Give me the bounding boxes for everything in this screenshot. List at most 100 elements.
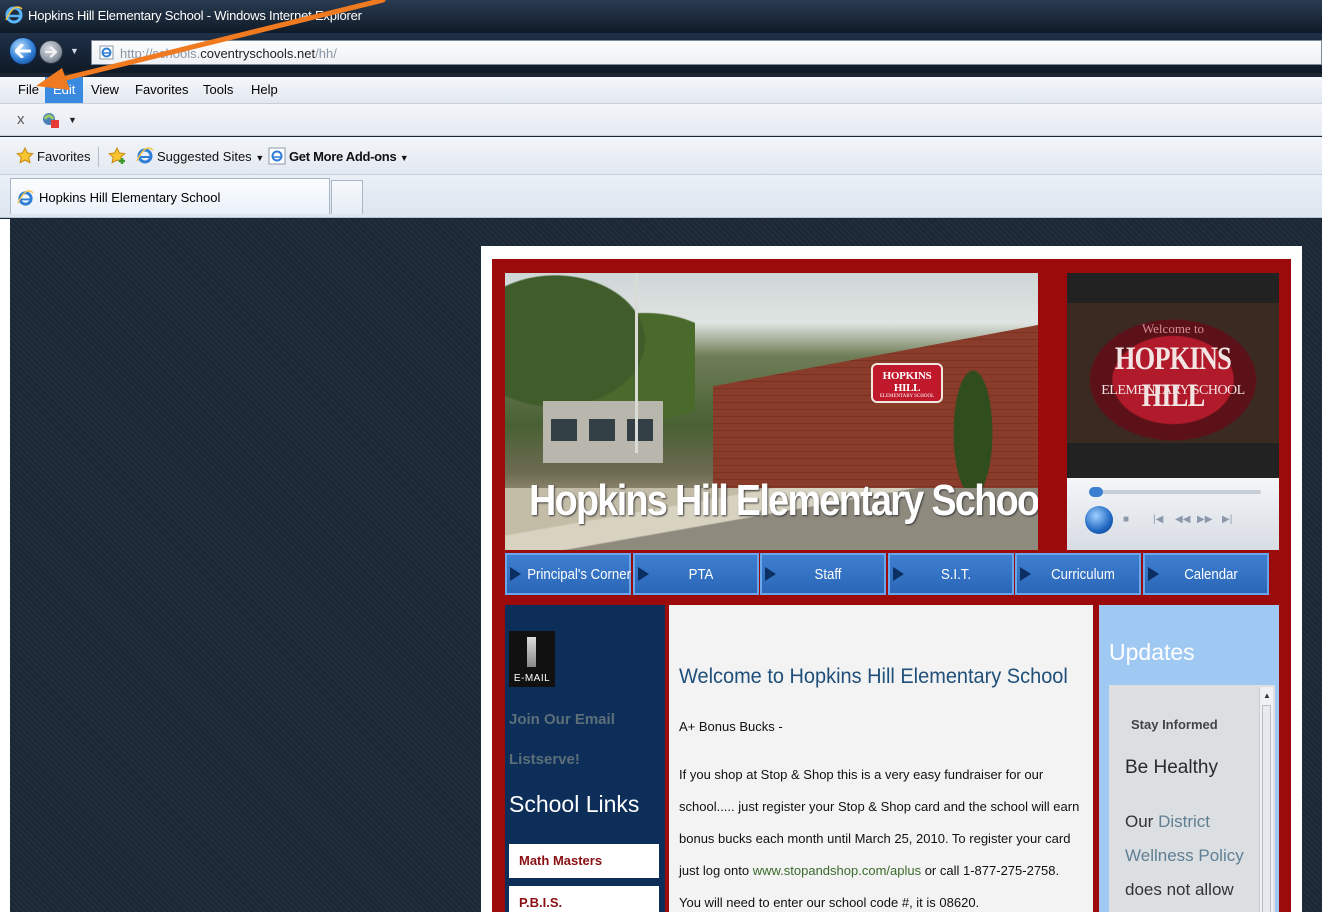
- address-url: http://schools.coventryschools.net/hh/: [120, 46, 337, 61]
- nav-staff[interactable]: Staff: [760, 553, 886, 595]
- district-tail: does not allow: [1125, 880, 1234, 899]
- nav-curriculum[interactable]: Curriculum: [1015, 553, 1141, 595]
- addons-label: Get More Add-ons: [289, 149, 397, 164]
- video-next-icon[interactable]: ▶|: [1222, 514, 1232, 525]
- stopandshop-link[interactable]: www.stopandshop.com/aplus: [753, 863, 921, 878]
- nav-pta[interactable]: PTA: [633, 553, 759, 595]
- command-bar: x ▼: [0, 104, 1322, 136]
- tab-bar: Hopkins Hill Elementary School: [0, 175, 1322, 218]
- nav-arrow-icon: [1148, 567, 1159, 581]
- hero-tree-right: [945, 343, 1001, 493]
- site-frame: HOPKINS HILL ELEMENTARY SCHOOL Hopkins H…: [492, 259, 1291, 912]
- school-site: HOPKINS HILL ELEMENTARY SCHOOL Hopkins H…: [481, 246, 1302, 912]
- tab-ie-icon: [17, 190, 34, 210]
- compatibility-dropdown-icon[interactable]: ▼: [68, 115, 77, 125]
- page-left-edge: [0, 219, 10, 912]
- nav-arrow-icon: [510, 567, 521, 581]
- url-domain: coventryschools.net: [200, 46, 316, 61]
- nav-principals-corner[interactable]: Principal's Corner: [505, 553, 631, 595]
- ie-logo-icon: [5, 6, 23, 27]
- email-icon-label: E-MAIL: [513, 673, 551, 684]
- menu-tools[interactable]: Tools: [195, 77, 241, 103]
- welcome-heading: Welcome to Hopkins Hill Elementary Schoo…: [679, 665, 1068, 688]
- video-frame: Welcome to HOPKINS HILL ELEMENTARY SCHOO…: [1067, 303, 1279, 443]
- new-tab-button[interactable]: [331, 180, 363, 214]
- join-email-listserve-link[interactable]: Join Our Email Listserve!: [509, 700, 659, 780]
- nav-arrow-icon: [893, 567, 904, 581]
- menu-favorites[interactable]: Favorites: [127, 77, 196, 103]
- address-bar[interactable]: http://schools.coventryschools.net/hh/: [91, 40, 1322, 65]
- menu-file[interactable]: File: [10, 77, 47, 103]
- suggested-sites-label: Suggested Sites: [157, 149, 252, 164]
- district-our: Our: [1125, 812, 1154, 831]
- main-content: Welcome to Hopkins Hill Elementary Schoo…: [669, 605, 1093, 912]
- stay-informed-label: Stay Informed: [1131, 717, 1218, 732]
- forward-arrow-icon: [45, 46, 57, 58]
- compatibility-icon[interactable]: [40, 111, 60, 132]
- menu-edit[interactable]: Edit: [45, 77, 84, 103]
- wellness-policy-text: Our District Wellness Policy does not al…: [1125, 805, 1255, 907]
- scroll-up-icon[interactable]: ▲: [1263, 691, 1271, 700]
- add-to-favorites-button[interactable]: [108, 146, 131, 167]
- video-player[interactable]: Welcome to HOPKINS HILL ELEMENTARY SCHOO…: [1067, 273, 1279, 550]
- favorites-bar: Favorites Suggested Sites ▼ Get More Add…: [0, 137, 1322, 175]
- left-sidebar: E-MAIL Join Our Email Listserve! School …: [505, 605, 665, 912]
- video-sign-line0: Welcome to: [1141, 321, 1205, 336]
- nav-calendar[interactable]: Calendar: [1143, 553, 1269, 595]
- favorites-button[interactable]: Favorites: [16, 146, 91, 167]
- favorites-label: Favorites: [37, 149, 91, 164]
- menu-bar: File Edit View Favorites Tools Help: [0, 77, 1322, 104]
- nav-arrow-icon: [1020, 567, 1031, 581]
- recent-pages-dropdown-icon[interactable]: ▼: [70, 46, 79, 56]
- video-seek-knob[interactable]: [1089, 487, 1103, 497]
- window-titlebar: Hopkins Hill Elementary School - Windows…: [0, 0, 1322, 33]
- school-link-math-masters[interactable]: Math Masters: [509, 844, 659, 878]
- hero-flagpole: [635, 273, 638, 453]
- suggested-sites-button[interactable]: Suggested Sites ▼: [136, 147, 264, 167]
- video-stop-icon[interactable]: ■: [1123, 514, 1129, 525]
- video-play-button[interactable]: [1085, 506, 1113, 534]
- favorites-star-icon: [16, 146, 34, 164]
- hero-building: [543, 401, 663, 463]
- get-more-addons-button[interactable]: Get More Add-ons ▼: [268, 147, 409, 167]
- menu-view[interactable]: View: [83, 77, 127, 103]
- updates-scrollbar[interactable]: ▲: [1259, 687, 1273, 912]
- nav-label: Principal's Corner: [527, 566, 631, 583]
- back-button[interactable]: [9, 37, 37, 65]
- video-rewind-icon[interactable]: ◀◀: [1175, 514, 1190, 525]
- page-viewport: HOPKINS HILL ELEMENTARY SCHOOL Hopkins H…: [0, 219, 1322, 912]
- addons-ie-icon: [268, 147, 286, 165]
- email-icon[interactable]: E-MAIL: [509, 631, 555, 687]
- url-prefix: http://schools.: [120, 46, 201, 61]
- tab-title: Hopkins Hill Elementary School: [39, 190, 221, 205]
- addons-dropdown-icon: ▼: [399, 153, 409, 163]
- close-toolbar-icon[interactable]: x: [17, 111, 25, 128]
- hero-title: Hopkins Hill Elementary School: [529, 476, 1038, 525]
- tab-hopkins-hill[interactable]: Hopkins Hill Elementary School: [10, 178, 330, 214]
- add-favorite-icon: [108, 146, 126, 164]
- nav-arrow-icon: [765, 567, 776, 581]
- nav-sit[interactable]: S.I.T.: [888, 553, 1014, 595]
- favorites-separator: [98, 147, 99, 167]
- url-path: /hh/: [315, 46, 337, 61]
- school-link-pbis[interactable]: P.B.I.S.: [509, 886, 659, 912]
- school-links-heading: School Links: [509, 791, 640, 817]
- video-prev-icon[interactable]: |◀: [1153, 514, 1163, 525]
- video-seek-bar[interactable]: [1089, 487, 1261, 497]
- forward-button[interactable]: [39, 40, 63, 64]
- address-row: ▼ http://schools.coventryschools.net/hh/: [0, 33, 1322, 73]
- bonus-heading: A+ Bonus Bucks -: [679, 719, 783, 734]
- hero-sign-line2: ELEMENTARY SCHOOL: [879, 394, 935, 399]
- scroll-thumb[interactable]: [1262, 705, 1271, 912]
- updates-scroll-box[interactable]: ▲ Stay Informed Be Healthy Our District …: [1109, 685, 1275, 912]
- nav-label: PTA: [688, 566, 714, 583]
- page-ie-icon: [99, 45, 114, 63]
- video-fastforward-icon[interactable]: ▶▶: [1197, 514, 1212, 525]
- updates-heading: Updates: [1109, 639, 1195, 665]
- email-icon-bar: [527, 637, 536, 667]
- menu-help[interactable]: Help: [243, 77, 286, 103]
- hero-banner: HOPKINS HILL ELEMENTARY SCHOOL Hopkins H…: [505, 273, 1038, 550]
- hero-school-sign: HOPKINS HILL ELEMENTARY SCHOOL: [871, 363, 943, 403]
- video-sign-line1: HOPKINS HILL: [1114, 341, 1232, 414]
- back-arrow-icon: [15, 44, 31, 58]
